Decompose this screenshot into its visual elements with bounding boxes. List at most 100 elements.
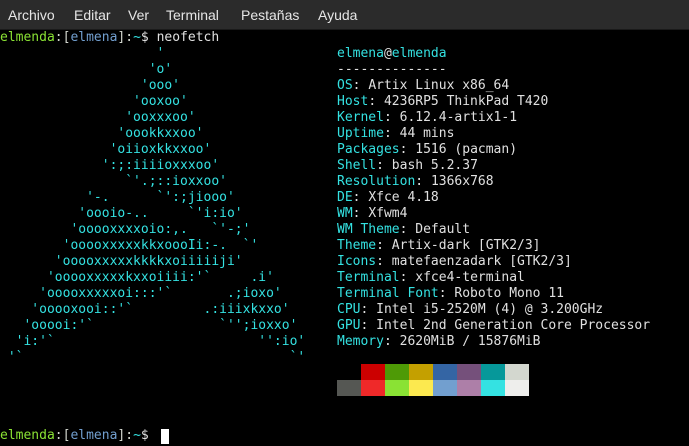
logo-line: 'oookkxxoo' [0,126,204,141]
info-key: Shell [337,158,377,173]
info-value: 2620MiB / 15876MiB [399,334,541,349]
text-cursor [161,429,169,444]
prompt2-colon: : [54,428,63,443]
info-key: WM Theme [337,222,400,237]
info-value: Xfce 4.18 [368,190,439,205]
prompt2-path: ~ [133,428,141,443]
info-key: OS [337,78,353,93]
color-swatch [385,364,409,380]
info-value: 1516 (pacman) [415,142,518,157]
menu-editar[interactable]: Editar [74,0,111,30]
info-row: Packages: 1516 (pacman) [337,142,517,158]
info-row: Terminal Font: Roboto Mono 11 [337,286,564,302]
info-key: Uptime [337,126,384,141]
info-key: Kernel [337,110,384,125]
info-key-colon: : [352,190,361,205]
logo-line: `'.;::ioxxoo' [0,174,227,189]
info-key: Memory [337,334,384,349]
logo-line: 'ooooxxxxxoi:::'` .;ioxo' [0,286,282,301]
color-swatch [457,364,481,380]
info-title-user: elmena [337,46,384,61]
prompt-line-2: elmenda:[elmena]:~$ [0,428,149,444]
prompt-colon2: : [125,30,134,45]
menu-pestanas[interactable]: Pestañas [241,0,299,30]
logo-line: 'ooooxxxxoio:,. `'-;' [0,222,251,237]
info-key-colon: : [352,78,361,93]
color-swatch [505,380,529,396]
info-key-colon: : [399,222,408,237]
prompt2-dollar: $ [140,428,149,443]
menu-ver[interactable]: Ver [128,0,149,30]
info-row: Kernel: 6.12.4-artix1-1 [337,110,517,126]
prompt2-host: elmena [70,428,118,443]
info-row: WM Theme: Default [337,222,470,238]
info-key-colon: : [383,110,392,125]
prompt-command: neofetch [156,30,220,45]
prompt-user: elmenda [0,30,55,45]
info-key: Theme [337,238,377,253]
info-row: Uptime: 44 mins [337,126,454,142]
info-value: bash 5.2.37 [391,158,478,173]
info-value: Roboto Mono 11 [454,286,564,301]
info-key: Icons [337,254,377,269]
prompt-colon: : [54,30,63,45]
info-value: 1366x768 [430,174,494,189]
info-value: Artix-dark [GTK2/3] [391,238,541,253]
logo-line: 'ooooxxxxxkxxoiiii:'` .i' [0,270,274,285]
menu-terminal[interactable]: Terminal [166,0,219,30]
info-key: Terminal [337,270,400,285]
terminal-area[interactable]: elmenda:[elmena]:~$ neofetch ' 'o' 'ooo'… [0,30,689,446]
info-key: Terminal Font [337,286,439,301]
color-swatch [433,380,457,396]
logo-line: 'oiioxkkxxoo' [0,142,212,157]
color-swatch [361,364,385,380]
logo-line: 'ooooi:'` `'';ioxxo' [0,318,298,333]
color-swatch [481,364,505,380]
logo-line: 'ooxoo' [0,94,188,109]
menu-ayuda[interactable]: Ayuda [318,0,357,30]
prompt-host: elmena [70,30,118,45]
info-row: WM: Xfwm4 [337,206,407,222]
info-row: GPU: Intel 2nd Generation Core Processor [337,318,650,334]
color-swatch [385,380,409,396]
logo-line: 'ooooxooi::'` .:iiixkxxo' [0,302,290,317]
info-separator: -------------- [337,62,447,77]
prompt-path: ~ [133,30,141,45]
info-title: elmena@elmenda [337,46,447,62]
info-key-colon: : [376,238,384,253]
info-title-host: elmenda [391,46,447,61]
logo-line: 'i:'` '':io' [0,334,306,349]
info-key-colon: : [352,206,361,221]
prompt2-colon2: : [125,428,134,443]
logo-line: ' [0,46,165,61]
info-row: Host: 4236RP5 ThinkPad T420 [337,94,548,110]
logo-line: 'ooo' [0,78,181,93]
info-key-colon: : [399,270,408,285]
info-value: Intel i5-2520M (4) @ 3.200GHz [376,302,604,317]
info-key: GPU [337,318,361,333]
info-key: CPU [337,302,361,317]
color-swatch [481,380,505,396]
info-value: 6.12.4-artix1-1 [399,110,518,125]
info-value: Xfwm4 [368,206,408,221]
info-value: xfce4-terminal [415,270,525,285]
info-key: Host [337,94,369,109]
color-swatch [505,364,529,380]
info-row: DE: Xfce 4.18 [337,190,439,206]
info-row: Terminal: xfce4-terminal [337,270,525,286]
info-key: WM [337,206,353,221]
color-swatch [433,364,457,380]
color-swatch [337,380,361,396]
color-swatch [409,380,433,396]
logo-line: 'ooooxxxxxkkxoooIi:-. `' [0,238,259,253]
logo-line: '` `' [0,350,306,365]
prompt-dollar: $ [140,30,149,45]
info-row: Memory: 2620MiB / 15876MiB [337,334,541,350]
menu-archivo[interactable]: Archivo [8,0,55,30]
info-row: Resolution: 1366x768 [337,174,494,190]
color-swatch [457,380,481,396]
info-value: Default [415,222,471,237]
info-key-colon: : [415,174,424,189]
color-swatch [337,364,361,380]
info-key-colon: : [376,158,384,173]
